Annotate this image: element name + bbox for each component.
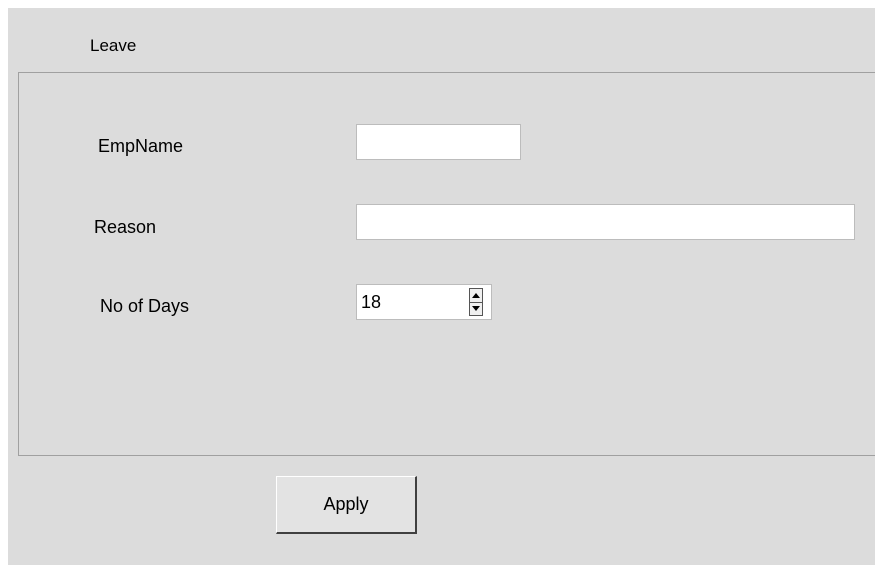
- spin-down-button[interactable]: [470, 302, 482, 315]
- empname-input[interactable]: [356, 124, 521, 160]
- apply-button[interactable]: Apply: [276, 476, 417, 534]
- spin-up-button[interactable]: [470, 289, 482, 303]
- spin-buttons: [469, 288, 483, 316]
- triangle-up-icon: [472, 293, 480, 298]
- leave-window: Leave EmpName Reason No of Days 18 Apply: [8, 8, 875, 565]
- tab-leave[interactable]: Leave: [90, 36, 136, 56]
- days-label: No of Days: [100, 296, 190, 316]
- days-value[interactable]: 18: [361, 292, 381, 313]
- empname-label: EmpName: [98, 136, 184, 156]
- triangle-down-icon: [472, 306, 480, 311]
- days-spinner[interactable]: 18: [356, 284, 492, 320]
- reason-input[interactable]: [356, 204, 855, 240]
- reason-label: Reason: [94, 217, 157, 237]
